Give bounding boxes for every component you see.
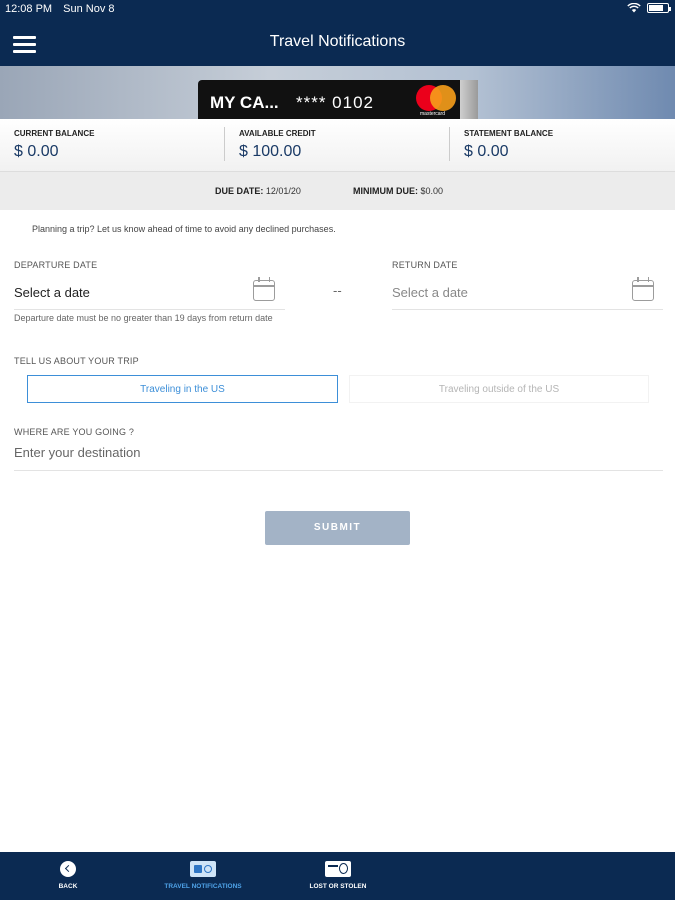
minimum-due: MINIMUM DUE: $0.00 [353, 186, 443, 196]
card-number: **** 0102 [296, 93, 375, 112]
mastercard-text: mastercard [420, 111, 446, 117]
departure-date-field[interactable]: Select a date [14, 277, 285, 310]
balances-row: CURRENT BALANCE $ 0.00 AVAILABLE CREDIT … [0, 119, 675, 172]
page-title: Travel Notifications [269, 33, 406, 50]
nav-travel-notifications[interactable]: TRAVEL NOTIFICATIONS [148, 852, 258, 900]
card-edge [460, 80, 478, 119]
nav-lost-or-stolen[interactable]: LOST OR STOLEN [293, 852, 383, 900]
status-time: 12:08 PM [5, 3, 53, 15]
available-credit: AVAILABLE CREDIT $ 100.00 [225, 119, 450, 172]
departure-hint: Departure date must be no greater than 1… [14, 313, 273, 323]
back-arrow-icon [60, 861, 76, 877]
current-balance-value: $ 0.00 [14, 143, 59, 160]
status-date: Sun Nov 8 [63, 3, 115, 15]
status-bar: 12:08 PM Sun Nov 8 [5, 3, 115, 15]
statement-balance: STATEMENT BALANCE $ 0.00 [450, 119, 675, 172]
calendar-icon[interactable] [632, 277, 654, 301]
nav-back[interactable]: BACK [38, 852, 98, 900]
return-date-label: RETURN DATE [392, 260, 458, 270]
due-row: DUE DATE: 12/01/20 MINIMUM DUE: $0.00 [0, 172, 675, 210]
top-bar: 12:08 PM Sun Nov 8 Travel Notifications [0, 0, 675, 66]
return-date-value: Select a date [392, 285, 468, 300]
battery-icon [647, 3, 671, 13]
trip-label: TELL US ABOUT YOUR TRIP [14, 356, 139, 366]
card-image: MY CA... **** 0102 mastercard [198, 80, 478, 119]
mastercard-logo-icon [416, 85, 456, 111]
date-separator: -- [333, 283, 342, 298]
nav-back-label: BACK [58, 883, 78, 890]
due-date: DUE DATE: 12/01/20 [215, 186, 301, 196]
destination-input[interactable] [14, 441, 663, 460]
return-date-field[interactable]: Select a date [392, 277, 663, 310]
current-balance-label: CURRENT BALANCE [14, 129, 95, 138]
destination-field [14, 441, 663, 471]
destination-label: WHERE ARE YOU GOING ? [14, 427, 135, 437]
statement-balance-label: STATEMENT BALANCE [464, 129, 554, 138]
travel-notification-icon [190, 861, 216, 877]
intro-text: Planning a trip? Let us know ahead of ti… [32, 224, 336, 234]
departure-date-value: Select a date [14, 285, 90, 300]
minimum-due-label: MINIMUM DUE: [353, 186, 418, 196]
due-date-label: DUE DATE: [215, 186, 264, 196]
card-banner: MY CA... **** 0102 mastercard [0, 66, 675, 119]
bottom-nav: BACK TRAVEL NOTIFICATIONS LOST OR STOLEN [0, 852, 675, 900]
status-icons [627, 3, 671, 13]
available-credit-label: AVAILABLE CREDIT [239, 129, 316, 138]
submit-button[interactable]: SUBMIT [265, 511, 410, 545]
due-date-value: 12/01/20 [265, 186, 301, 196]
nav-lost-or-stolen-label: LOST OR STOLEN [309, 883, 367, 890]
available-credit-value: $ 100.00 [239, 143, 302, 160]
calendar-icon[interactable] [253, 277, 275, 301]
wifi-icon [627, 3, 641, 13]
traveling-in-us-option[interactable]: Traveling in the US [27, 375, 338, 403]
card-name: MY CA... [210, 93, 279, 112]
current-balance: CURRENT BALANCE $ 0.00 [0, 119, 225, 172]
nav-travel-notifications-label: TRAVEL NOTIFICATIONS [164, 883, 242, 890]
departure-date-label: DEPARTURE DATE [14, 260, 98, 270]
minimum-due-value: $0.00 [420, 186, 444, 196]
statement-balance-value: $ 0.00 [464, 143, 509, 160]
traveling-outside-us-option[interactable]: Traveling outside of the US [349, 375, 649, 403]
lost-card-icon [325, 861, 351, 877]
